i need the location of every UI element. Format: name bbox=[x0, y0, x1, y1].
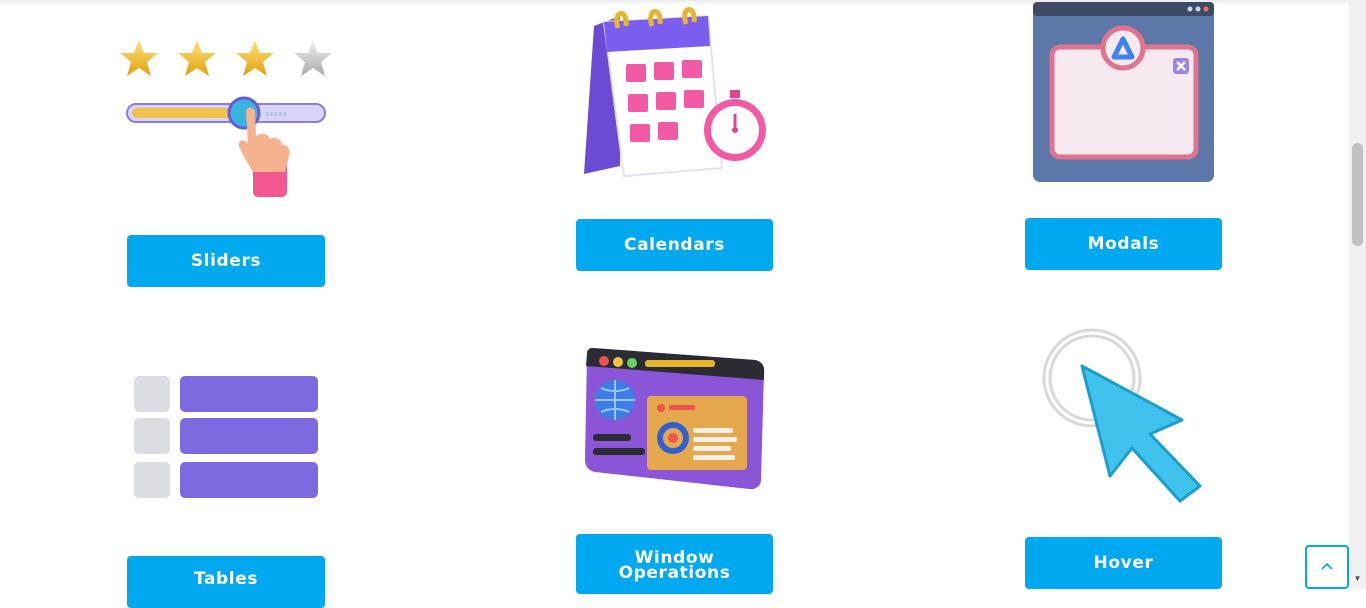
gear-icon bbox=[657, 422, 689, 454]
sliders-button[interactable]: Sliders bbox=[127, 235, 325, 287]
sliders-illustration: ››››› bbox=[120, 40, 332, 197]
calendar-illustration bbox=[584, 7, 766, 178]
table-row bbox=[134, 376, 318, 412]
chevron-up-icon bbox=[1321, 562, 1333, 570]
star-filled-icon bbox=[236, 40, 274, 76]
calendars-button[interactable]: Calendars bbox=[576, 219, 773, 271]
browser-window-illustration bbox=[585, 348, 765, 490]
scrollbar-thumb[interactable] bbox=[1352, 143, 1363, 246]
star-filled-icon bbox=[120, 40, 158, 76]
scroll-down-arrow-icon[interactable]: ▼ bbox=[1353, 574, 1362, 583]
page-scrollbar[interactable]: ▼ bbox=[1349, 0, 1366, 589]
cursor-arrow-icon bbox=[1080, 364, 1202, 503]
table-row bbox=[134, 462, 318, 498]
table-illustration bbox=[134, 376, 318, 498]
cursor-illustration bbox=[1042, 328, 1202, 503]
star-empty-icon bbox=[294, 40, 332, 76]
table-row bbox=[134, 418, 318, 454]
svg-text:›››››: ››››› bbox=[265, 107, 287, 120]
window-operations-button[interactable]: Window Operations bbox=[576, 534, 773, 594]
modal-window bbox=[1049, 25, 1199, 160]
modals-button[interactable]: Modals bbox=[1025, 218, 1222, 270]
slider-track: ››››› bbox=[126, 103, 326, 123]
hover-button[interactable]: Hover bbox=[1025, 537, 1222, 589]
tables-button[interactable]: Tables bbox=[127, 556, 325, 608]
modal-illustration bbox=[1033, 2, 1214, 182]
scroll-to-top-button[interactable] bbox=[1305, 545, 1349, 589]
star-filled-icon bbox=[178, 40, 216, 76]
